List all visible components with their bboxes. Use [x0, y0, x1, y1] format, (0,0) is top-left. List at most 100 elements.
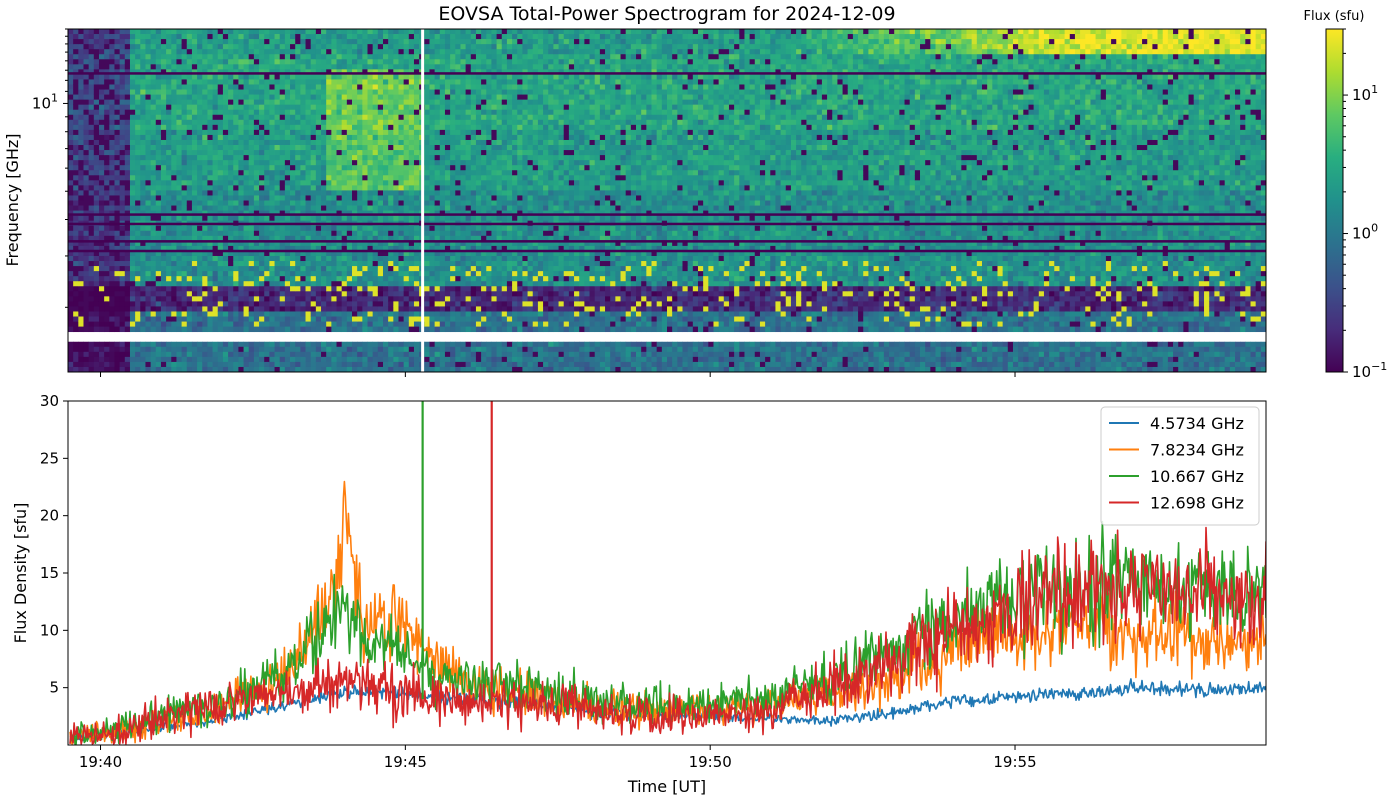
spectrogram-cell — [321, 316, 327, 322]
spectrogram-cell — [346, 276, 353, 282]
spectrogram-cell — [119, 89, 126, 95]
spectrogram-cell — [243, 225, 250, 232]
spectrogram-cell — [197, 44, 203, 50]
spectrogram-cell — [243, 89, 250, 95]
spectrogram-cell — [295, 200, 301, 206]
spectrogram-cell — [145, 119, 152, 126]
spectrogram-cell — [284, 195, 291, 201]
spectrogram-cell — [408, 316, 415, 322]
spectrogram-cell — [439, 215, 446, 222]
spectrogram-cell — [109, 185, 115, 191]
spectrogram-cell — [444, 321, 451, 327]
spectrogram-cell — [367, 114, 374, 121]
spectrogram-cell — [352, 356, 358, 363]
spectrogram-cell — [413, 321, 420, 327]
spectrogram-cell — [429, 44, 436, 50]
spectrogram-cell — [362, 180, 368, 186]
spectrogram-cell — [290, 84, 296, 90]
spectrogram-cell — [372, 266, 379, 272]
spectrogram-cell — [171, 54, 177, 60]
spectrogram-cell — [331, 230, 337, 237]
spectrogram-cell — [176, 195, 182, 201]
spectrogram-cell — [145, 145, 152, 151]
spectrogram-cell — [264, 44, 270, 50]
spectrogram-cell — [424, 296, 430, 302]
spectrogram-cell — [367, 200, 374, 206]
spectrogram-cell — [253, 276, 260, 282]
spectrogram-cell — [73, 180, 79, 186]
spectrogram-cell — [73, 59, 79, 65]
spectrogram-cell — [269, 145, 275, 151]
spectrogram-cell — [403, 84, 410, 90]
spectrogram-cell — [129, 200, 136, 206]
spectrogram-cell — [166, 39, 172, 45]
spectrogram-cell — [248, 341, 255, 348]
spectrogram-cell — [346, 291, 353, 297]
spectrogram-cell — [222, 145, 229, 151]
spectrogram-cell — [253, 119, 260, 126]
spectrogram-cell — [129, 150, 136, 156]
spectrogram-cell — [450, 29, 456, 35]
spectrogram-cell — [398, 356, 405, 363]
spectrogram-cell — [346, 64, 353, 70]
spectrogram-cell — [104, 361, 110, 368]
spectrogram-cell — [300, 134, 306, 141]
spectrogram-cell — [305, 94, 312, 101]
spectrogram-cell — [104, 190, 110, 196]
spectrogram-cell — [181, 215, 188, 222]
spectrogram-cell — [243, 64, 250, 70]
spectrogram-cell — [233, 124, 239, 131]
spectrogram-cell — [145, 195, 152, 201]
spectrogram-cell — [202, 286, 208, 292]
spectrogram-cell — [212, 34, 219, 40]
spectrogram-cell — [321, 94, 327, 101]
spectrogram-cell — [455, 155, 461, 161]
spectrogram-cell — [455, 165, 461, 171]
spectrogram-cell — [68, 316, 74, 322]
spectrogram-cell — [202, 276, 208, 282]
spectrogram-cell — [341, 225, 348, 232]
spectrogram-cell — [424, 145, 430, 151]
spectrogram-cell — [352, 351, 358, 358]
spectrogram-cell — [181, 316, 188, 322]
spectrogram-cell — [388, 271, 394, 277]
spectrogram-cell — [176, 185, 182, 191]
spectrogram-cell — [68, 64, 74, 70]
spectrogram-cell — [160, 139, 167, 146]
spectrogram-cell — [119, 296, 126, 302]
spectrogram-cell — [150, 155, 157, 161]
spectrogram-cell — [434, 79, 441, 85]
spectrogram-cell — [331, 145, 337, 151]
spectrogram-cell — [413, 286, 420, 292]
spectrogram-cell — [98, 74, 105, 80]
spectrogram-cell — [377, 109, 384, 116]
spectrogram-cell — [259, 165, 265, 171]
spectrogram-cell — [109, 150, 115, 156]
spectrogram-cell — [181, 261, 188, 267]
spectrogram-cell — [444, 200, 451, 206]
spectrogram-cell — [290, 129, 296, 136]
spectrogram-cell — [455, 230, 461, 237]
spectrogram-cell — [264, 190, 270, 196]
spectrogram-cell — [150, 301, 157, 307]
spectrogram-cell — [98, 129, 105, 136]
spectrogram-cell — [336, 39, 343, 45]
spectrogram-cell — [331, 124, 337, 131]
spectrogram-cell — [202, 39, 208, 45]
spectrogram-cell — [434, 271, 441, 277]
spectrogram-cell — [186, 195, 193, 201]
spectrogram-cell — [119, 114, 126, 121]
spectrogram-cell — [83, 29, 90, 35]
spectrogram-cell — [336, 74, 343, 80]
spectrogram-cell — [217, 134, 224, 141]
spectrogram-cell — [248, 276, 255, 282]
spectrogram-cell — [300, 341, 306, 348]
spectrogram-cell — [362, 99, 368, 106]
spectrogram-cell — [150, 175, 157, 181]
spectrogram-cell — [248, 139, 255, 146]
spectrogram-cell — [413, 29, 420, 35]
spectrogram-cell — [377, 29, 384, 35]
spectrogram-cell — [357, 150, 363, 156]
spectrogram-cell — [388, 74, 394, 80]
spectrogram-cell — [155, 49, 162, 55]
